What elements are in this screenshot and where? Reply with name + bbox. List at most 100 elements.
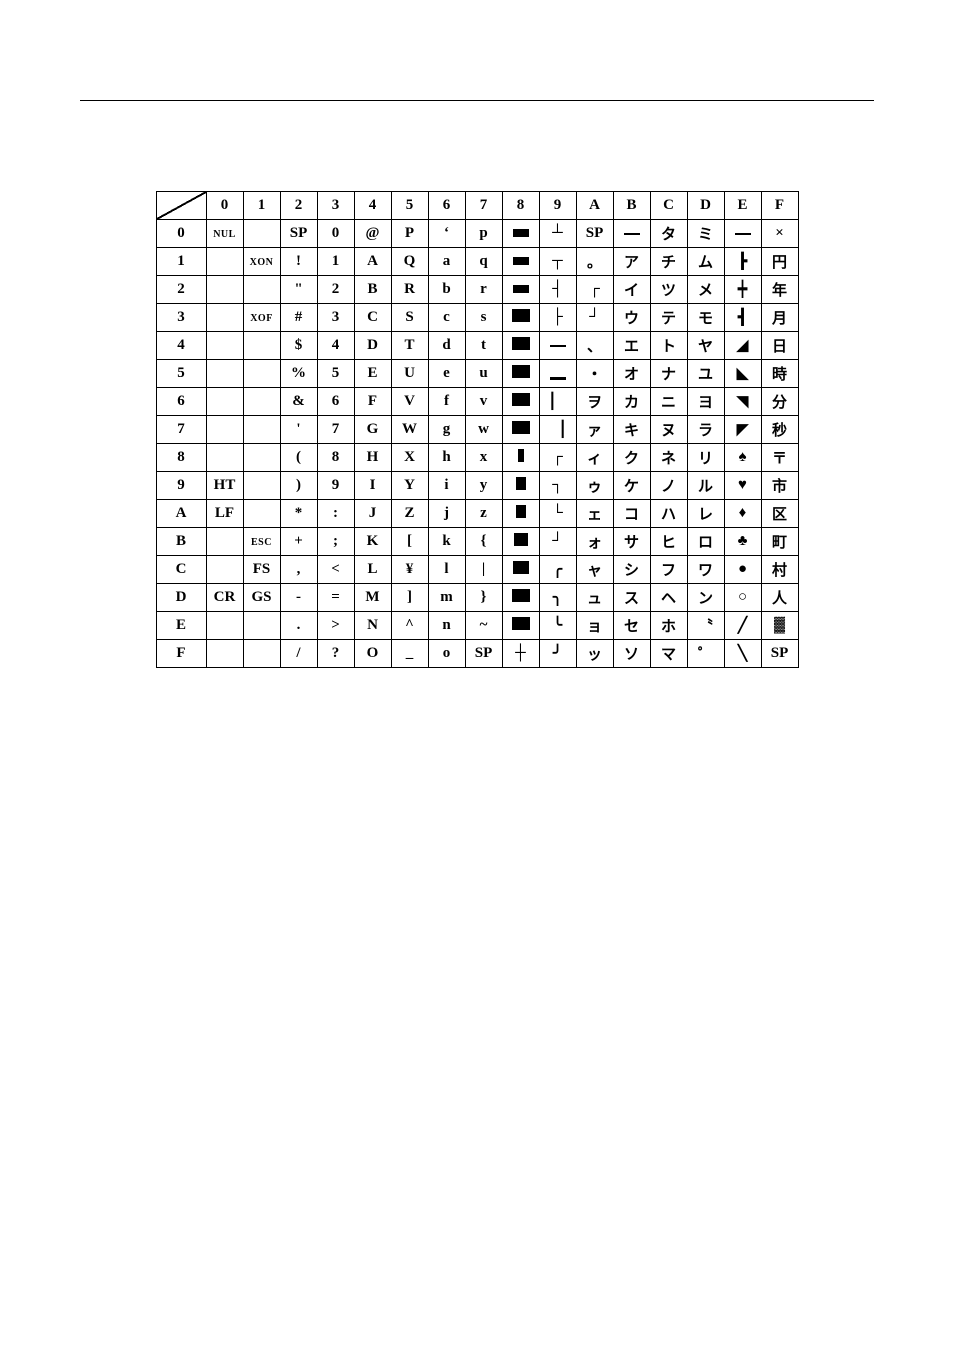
char-cell: タ [650,220,687,248]
char-cell: 〒 [761,444,798,472]
char-cell: フ [650,556,687,584]
char-cell: ル [687,472,724,500]
char-cell: 8 [317,444,354,472]
col-header: 1 [243,192,280,220]
row-header: 5 [156,360,206,388]
char-cell: z [465,500,502,528]
col-header: 3 [317,192,354,220]
char-cell: ╭ [539,556,576,584]
char-cell: A [354,248,391,276]
char-cell: × [761,220,798,248]
char-cell [243,416,280,444]
char-cell: W [391,416,428,444]
char-cell [206,416,243,444]
char-cell: O [354,640,391,668]
char-cell: ┌ [576,276,613,304]
char-cell: 町 [761,528,798,556]
char-cell: + [280,528,317,556]
row-header: E [156,612,206,640]
char-cell: イ [613,276,650,304]
char-cell [502,388,539,416]
char-cell: レ [687,500,724,528]
char-cell: 0 [317,220,354,248]
char-cell [502,304,539,332]
char-cell: 分 [761,388,798,416]
char-cell: 4 [317,332,354,360]
char-cell: └ [539,500,576,528]
char-cell: ツ [650,276,687,304]
char-cell: ╮ [539,584,576,612]
char-cell: ニ [650,388,687,416]
char-cell: ワ [687,556,724,584]
char-cell: 3 [317,304,354,332]
char-cell: p [465,220,502,248]
char-cell: ‘ [428,220,465,248]
char-cell: ヲ [576,388,613,416]
char-cell: ヘ [650,584,687,612]
char-cell: ┴ [539,220,576,248]
char-cell: % [280,360,317,388]
char-cell: ウ [613,304,650,332]
char-cell: B [354,276,391,304]
char-cell: " [280,276,317,304]
char-cell: ェ [576,500,613,528]
char-cell: ┼ [502,640,539,668]
char-cell [502,332,539,360]
char-cell [724,220,761,248]
char-cell: ESC [243,528,280,556]
char-cell: e [428,360,465,388]
char-cell [206,248,243,276]
char-cell: M [354,584,391,612]
char-cell [502,276,539,304]
char-cell: - [280,584,317,612]
char-cell: エ [613,332,650,360]
char-cell: 7 [317,416,354,444]
char-cell: d [428,332,465,360]
char-cell [206,332,243,360]
char-cell: ! [280,248,317,276]
char-cell: 月 [761,304,798,332]
char-cell [243,640,280,668]
char-cell [502,360,539,388]
row-header: A [156,500,206,528]
char-cell: ◥ [724,388,761,416]
col-header: 8 [502,192,539,220]
char-cell: ├ [539,304,576,332]
row-header: C [156,556,206,584]
char-cell: ミ [687,220,724,248]
char-cell: SP [761,640,798,668]
char-cell: s [465,304,502,332]
char-cell: K [354,528,391,556]
char-cell: ♠ [724,444,761,472]
char-cell: l [428,556,465,584]
char-cell: ╯ [539,640,576,668]
char-cell [502,556,539,584]
char-cell: 市 [761,472,798,500]
char-cell: V [391,388,428,416]
char-cell: [ [391,528,428,556]
char-cell: XON [243,248,280,276]
char-cell: ● [724,556,761,584]
char-cell: D [354,332,391,360]
char-cell: Y [391,472,428,500]
char-cell: ハ [650,500,687,528]
char-cell [206,640,243,668]
char-cell [206,444,243,472]
char-cell [243,332,280,360]
char-cell: E [354,360,391,388]
char-cell: 。 [576,248,613,276]
char-cell [206,360,243,388]
char-cell: ユ [687,360,724,388]
char-cell: ( [280,444,317,472]
char-cell: j [428,500,465,528]
char-cell [502,220,539,248]
row-header: B [156,528,206,556]
char-cell: & [280,388,317,416]
char-cell: o [428,640,465,668]
char-cell: GS [243,584,280,612]
char-cell [502,612,539,640]
char-cell: u [465,360,502,388]
char-cell: # [280,304,317,332]
char-cell: CR [206,584,243,612]
char-cell: w [465,416,502,444]
